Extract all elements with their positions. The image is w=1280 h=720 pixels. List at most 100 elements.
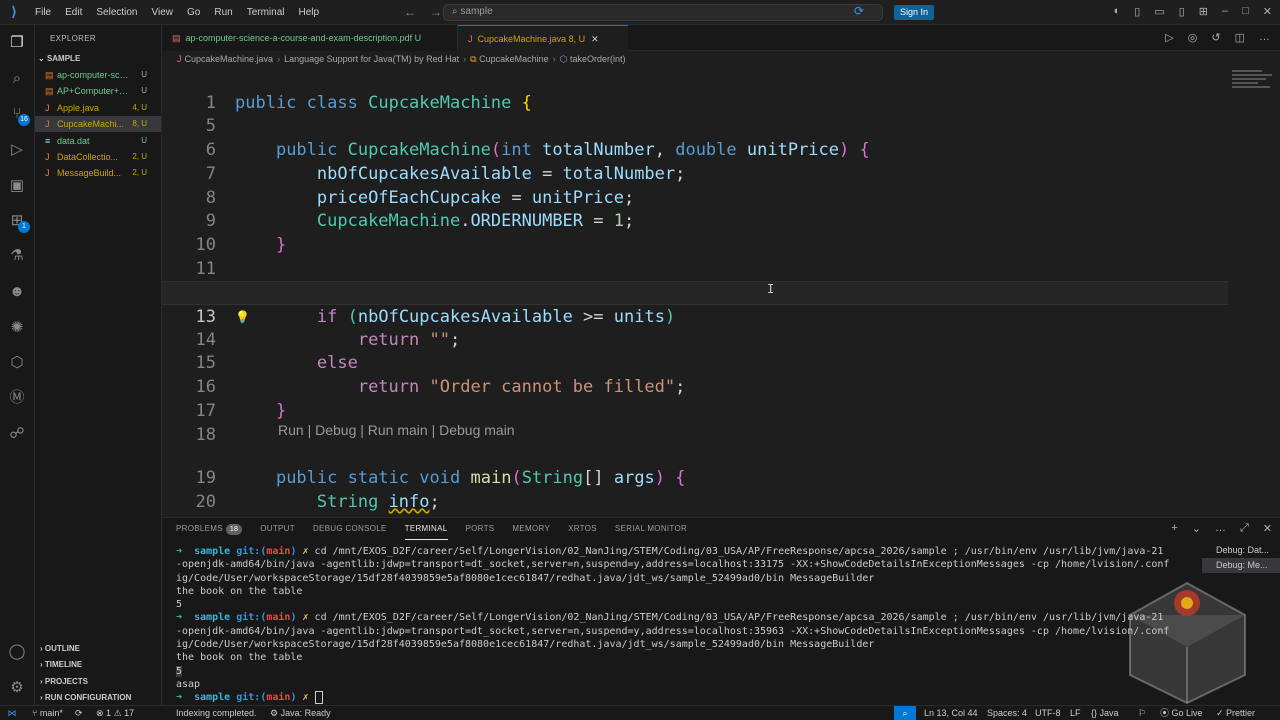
settings-sync-icon[interactable]: ✺ [8,319,26,337]
menu-file[interactable]: File [28,7,58,18]
indentation[interactable]: Spaces: 4 [987,706,1027,720]
git-branch-status[interactable]: ⑂ main* [32,706,63,720]
split-editor-icon[interactable]: ◫ [1235,31,1245,44]
search-view-icon[interactable]: ⌕ [8,70,26,88]
cursor-position[interactable]: Ln 13, Col 44 [924,706,978,720]
terminal-output[interactable]: ➜ sample git:(main) ✗ cd /mnt/EXOS_D2F/c… [176,545,1206,705]
file-item[interactable]: J MessageBuild... 2, U [35,165,161,181]
file-item[interactable]: J CupcakeMachi... 8, U [35,116,161,133]
tab-pdf[interactable]: ▤ ap-computer-science-a-course-and-exam-d… [162,25,458,51]
sync-icon[interactable]: ⟳ [854,4,864,18]
file-item[interactable]: J Apple.java 4, U [35,100,161,116]
breadcrumb-method[interactable]: takeOrder(int) [570,54,626,64]
account-icon[interactable]: ◯ [8,643,26,661]
tab-problems[interactable]: PROBLEMS 18 [176,518,243,540]
problems-status[interactable]: ⊗ 1 ⚠ 17 [96,706,134,720]
tab-xrtos[interactable]: XRTOS [568,518,597,540]
language-mode[interactable]: {} Java [1091,706,1119,720]
menu-selection[interactable]: Selection [89,7,144,18]
open-changes-icon[interactable]: ↺ [1211,31,1220,44]
terminal-line: ig/Code/User/workspaceStorage/15df28f403… [176,572,875,584]
file-status: 8, U [132,119,147,129]
folder-header[interactable]: ⌄ SAMPLE [38,54,80,63]
more-actions-icon[interactable]: … [1259,31,1270,44]
tab-debug-console[interactable]: DEBUG CONSOLE [313,518,387,540]
copilot-icon[interactable]: ◎ [1188,31,1198,44]
run-configuration-section[interactable]: › RUN CONFIGURATION [40,693,131,702]
projects-section[interactable]: › PROJECTS [40,677,88,686]
maximize-panel-icon[interactable]: ⤢ [1240,522,1249,535]
m-extension-icon[interactable]: Ⓜ [8,389,26,407]
file-item[interactable]: ▤ AP+Computer+S... U [35,83,161,99]
chevron-down-icon[interactable]: ⌄ [1192,522,1201,535]
debug-session-item[interactable]: Debug: Me... [1202,558,1280,573]
more-actions-icon[interactable]: … [1215,522,1226,535]
forward-arrow-icon[interactable]: → [430,5,442,19]
close-icon[interactable]: ✕ [591,34,599,44]
tab-cupcakemachine[interactable]: J CupcakeMachine.java 8, U ✕ [458,25,628,51]
code-line: 8 priceOfEachCupcake = unitPrice; [162,163,1230,208]
toggle-panel-icon[interactable]: ▭ [1154,5,1164,18]
tab-memory[interactable]: MEMORY [512,518,550,540]
menu-run[interactable]: Run [207,7,239,18]
code-editor[interactable]: 1 public class CupcakeMachine { 5 6 publi… [162,68,1280,517]
back-arrow-icon[interactable]: ← [404,5,416,19]
debug-session-item[interactable]: Debug: Dat... [1202,543,1280,558]
minimap[interactable] [1232,68,1276,98]
close-panel-icon[interactable]: ✕ [1263,522,1272,535]
codelens-run-debug[interactable]: Run | Debug | Run main | Debug main [278,419,515,443]
terminal-line: -openjdk-amd64/bin/java -agentlib:jdwp=t… [176,559,1170,571]
customize-layout-icon[interactable]: ⊞ [1199,5,1208,18]
file-item[interactable]: J DataCollectio... 2, U [35,149,161,165]
testing-flask-icon[interactable]: ⚗ [8,247,26,265]
go-live-button[interactable]: ⦿ Go Live [1160,706,1203,720]
new-terminal-plus-icon[interactable]: + [1171,522,1177,535]
status-bar: ⋈ ⑂ main* ⟳ ⊗ 1 ⚠ 17 Indexing completed.… [0,705,1280,720]
copilot-chat-icon[interactable]: ☻ [8,283,26,301]
maximize-icon[interactable]: □ [1242,5,1249,18]
activity-bar: ❐ ⌕ ⑂ 16 ▷ ▣ ⊞ 1 ⚗ ☻ ✺ ⬡ Ⓜ ☍ ◯ ⚙ [0,25,35,705]
timeline-section[interactable]: › TIMELINE [40,660,82,669]
notifications-icon[interactable]: ⚐ [1138,706,1146,720]
outline-section[interactable]: › OUTLINE [40,644,80,653]
remote-explorer-icon[interactable]: ▣ [8,177,26,195]
zoom-icon[interactable]: ⌕ [894,706,916,720]
tab-ports[interactable]: PORTS [466,518,495,540]
menu-edit[interactable]: Edit [58,7,89,18]
explorer-sidebar: EXPLORER ⌄ SAMPLE ▤ ap-computer-sci... U ▤ A… [35,25,162,705]
run-debug-icon[interactable]: ▷ [8,141,26,159]
breadcrumb-class[interactable]: CupcakeMachine [479,54,549,64]
menu-go[interactable]: Go [180,7,207,18]
tab-terminal[interactable]: TERMINAL [404,518,448,540]
run-icon[interactable]: ▷ [1165,31,1173,44]
file-item[interactable]: ≡ data.dat U [35,133,161,149]
tab-output[interactable]: OUTPUT [260,518,295,540]
terminal-line: ig/Code/User/workspaceStorage/15df28f403… [176,639,875,651]
close-window-icon[interactable]: ✕ [1263,5,1272,18]
java-status[interactable]: ⚙ Java: Ready [270,706,331,720]
packages-icon[interactable]: ⬡ [8,354,26,372]
remote-indicator-icon[interactable]: ⋈ [0,706,24,720]
breadcrumb-file[interactable]: CupcakeMachine.java [185,54,274,64]
prettier-status[interactable]: ✓ Prettier [1216,706,1255,720]
menu-view[interactable]: View [145,7,181,18]
file-item[interactable]: ▤ ap-computer-sci... U [35,67,161,83]
java-projects-icon[interactable]: ☍ [8,425,26,443]
breadcrumb-extension[interactable]: Language Support for Java(TM) by Red Hat [284,54,459,64]
explorer-icon[interactable]: ❐ [8,34,26,52]
manage-gear-icon[interactable]: ⚙ [8,679,26,697]
menu-terminal[interactable]: Terminal [240,7,292,18]
sync-status-icon[interactable]: ⟳ [75,706,83,720]
toggle-secondary-sidebar-icon[interactable]: ▯ [1179,5,1185,18]
end-of-line[interactable]: LF [1070,706,1081,720]
bottom-panel: PROBLEMS 18 OUTPUT DEBUG CONSOLE TERMINAL… [162,517,1280,705]
command-center-search[interactable]: ⌕ sample [443,4,883,21]
run-configuration-label: RUN CONFIGURATION [44,693,132,702]
encoding[interactable]: UTF-8 [1035,706,1061,720]
menu-help[interactable]: Help [292,7,327,18]
tab-serial-monitor[interactable]: SERIAL MONITOR [615,518,687,540]
toggle-sidebar-icon[interactable]: ▯ [1134,5,1140,18]
sign-in-button[interactable]: Sign In [894,5,935,20]
minimize-icon[interactable]: – [1222,5,1228,18]
copilot-icon[interactable]: ◐ [1114,5,1121,18]
